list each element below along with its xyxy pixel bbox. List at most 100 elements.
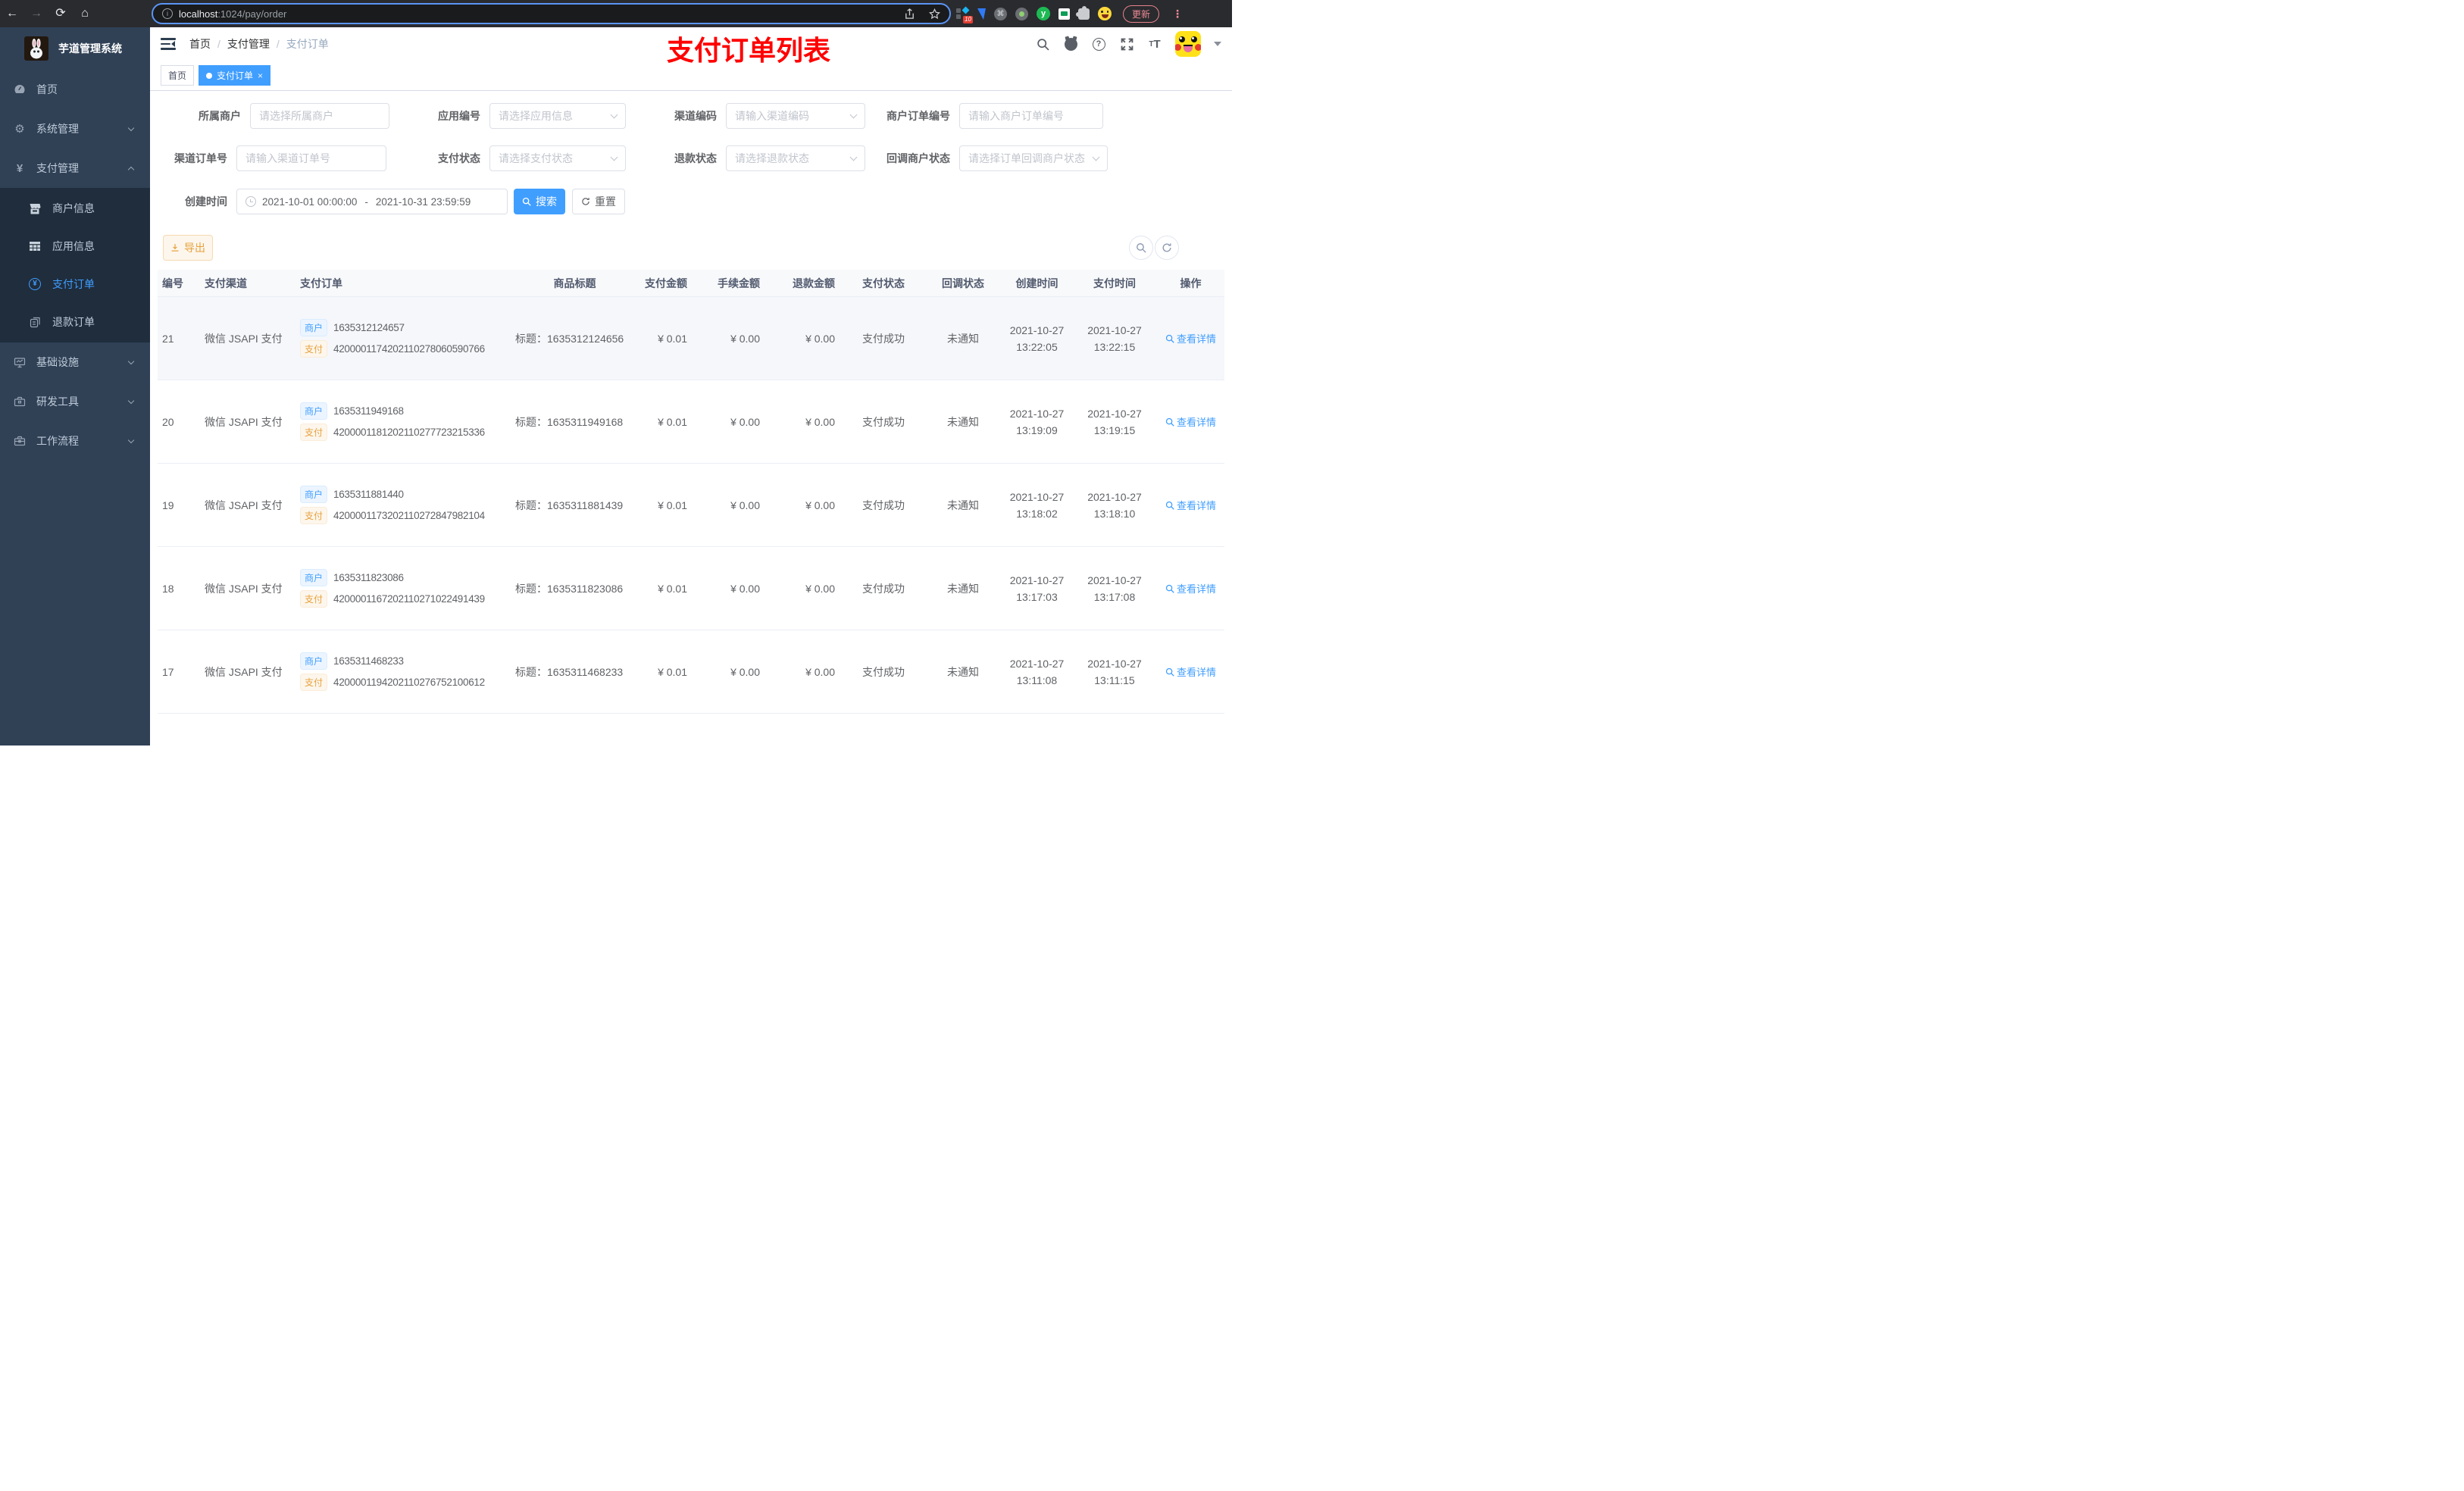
table-row: 19 微信 JSAPI 支付 商户 1635311881440 支付 4200001173… <box>158 464 1224 547</box>
cell-refund-amount: ¥ 0.00 <box>805 665 835 678</box>
dashboard-icon <box>14 83 26 95</box>
table-search-toggle-button[interactable] <box>1129 236 1153 260</box>
extension-icon[interactable]: y <box>1037 7 1050 20</box>
sidebar-item-system[interactable]: ⚙ 系统管理 <box>0 109 150 148</box>
site-info-icon[interactable]: i <box>162 8 173 19</box>
table-row: 21 微信 JSAPI 支付 商户 1635312124657 支付 4200001174… <box>158 297 1224 380</box>
view-detail-link[interactable]: 查看详情 <box>1165 498 1216 512</box>
sidebar-item-dev-tools[interactable]: 研发工具 <box>0 382 150 421</box>
close-icon[interactable]: × <box>258 71 263 80</box>
view-detail-link[interactable]: 查看详情 <box>1165 414 1216 429</box>
app-header: 首页 / 支付管理 / 支付订单 支付订单列表 ? TT <box>150 27 1232 66</box>
extensions-row: 10 ⌘ y 更新 ⋮ <box>956 0 1183 27</box>
orders-table-header: 编号 支付渠道 支付订单 商品标题 支付金额 手续金额 退款金额 支付状态 回调状态 创建时间 支付… <box>158 270 1224 297</box>
sidebar-fold-icon[interactable] <box>161 38 176 50</box>
search-icon[interactable] <box>1035 36 1050 52</box>
home-icon[interactable]: ⌂ <box>73 0 97 27</box>
cell-channel: 微信 JSAPI 支付 <box>205 415 283 428</box>
cell-channel: 微信 JSAPI 支付 <box>205 332 283 345</box>
view-detail-link[interactable]: 查看详情 <box>1165 331 1216 345</box>
view-detail-link[interactable]: 查看详情 <box>1165 664 1216 679</box>
merchant-select[interactable]: 请选择所属商户 <box>250 103 389 129</box>
profile-emoji-icon[interactable] <box>1098 7 1112 20</box>
app-select[interactable]: 请选择应用信息 <box>489 103 626 129</box>
tab-home[interactable]: 首页 <box>161 65 195 86</box>
cell-pay-status: 支付成功 <box>862 332 905 345</box>
cell-pay-time: 2021-10-27 13:18:10 <box>1087 490 1142 520</box>
sidebar-item-refund-order[interactable]: 退款订单 <box>0 303 150 341</box>
cell-order-no: 商户 1635311881440 支付 42000011732021102728479… <box>292 482 512 528</box>
export-button[interactable]: 导出 <box>163 235 213 261</box>
filter-pay-status: 支付状态 请选择支付状态 <box>400 145 626 171</box>
view-detail-link[interactable]: 查看详情 <box>1165 581 1216 595</box>
cell-create-time: 2021-10-27 13:19:09 <box>1009 407 1065 436</box>
merchant-order-no-input[interactable]: 请输入商户订单编号 <box>959 103 1103 129</box>
date-start: 2021-10-01 00:00:00 <box>262 195 358 208</box>
sidebar-item-infra[interactable]: 基础设施 <box>0 342 150 382</box>
extension-icon[interactable]: 10 <box>956 6 973 23</box>
sidebar: 芋道管理系统 首页 ⚙ 系统管理 ¥ 支付管理 商户信息 应用信息 ¥ 支付订单… <box>0 27 150 746</box>
extensions-puzzle-icon[interactable] <box>1076 5 1090 20</box>
font-size-icon[interactable]: TT <box>1147 36 1162 52</box>
filter-create-time: 创建时间 2021-10-01 00:00:00 - 2021-10-31 23… <box>147 189 508 214</box>
avatar-caret-icon[interactable] <box>1214 42 1221 46</box>
briefcase-icon <box>14 435 26 447</box>
app-logo[interactable]: 芋道管理系统 <box>0 27 150 70</box>
channel-order-no-input[interactable]: 请输入渠道订单号 <box>236 145 386 171</box>
share-icon[interactable] <box>904 8 915 20</box>
sidebar-item-payment[interactable]: ¥ 支付管理 <box>0 148 150 188</box>
cell-create-time: 2021-10-27 13:18:02 <box>1009 490 1065 520</box>
chevron-down-icon <box>127 436 135 443</box>
reload-icon[interactable]: ⟳ <box>48 0 73 27</box>
column-header: 支付订单 <box>300 277 342 289</box>
forward-icon[interactable]: → <box>24 0 48 27</box>
cell-id: 18 <box>162 582 174 595</box>
breadcrumb-payment[interactable]: 支付管理 <box>227 36 270 52</box>
date-end: 2021-10-31 23:59:59 <box>375 195 471 208</box>
github-icon[interactable] <box>1063 36 1078 52</box>
browser-menu-icon[interactable]: ⋮ <box>1172 8 1183 20</box>
date-range-picker[interactable]: 2021-10-01 00:00:00 - 2021-10-31 23:59:5… <box>236 189 508 214</box>
extension-icon[interactable] <box>1015 7 1028 20</box>
help-icon[interactable]: ? <box>1091 36 1106 52</box>
chevron-down-icon <box>127 358 135 364</box>
sidebar-item-workflow[interactable]: 工作流程 <box>0 421 150 461</box>
table-refresh-button[interactable] <box>1155 236 1179 260</box>
pay-tag: 支付 <box>300 424 328 441</box>
active-dot-icon <box>206 72 213 79</box>
cell-title: 标题：1635311468233 <box>515 665 624 678</box>
back-icon[interactable]: ← <box>0 0 24 27</box>
address-bar[interactable]: i localhost:1024/pay/order <box>152 3 951 24</box>
page-title: 支付订单列表 <box>667 35 831 66</box>
sidebar-item-label: 首页 <box>36 83 58 95</box>
pay-status-select[interactable]: 请选择支付状态 <box>489 145 626 171</box>
extension-icon[interactable] <box>1058 8 1070 20</box>
cell-channel: 微信 JSAPI 支付 <box>205 499 283 511</box>
notify-status-select[interactable]: 请选择订单回调商户状态 <box>959 145 1108 171</box>
cell-pay-amount: ¥ 0.01 <box>658 332 687 345</box>
sidebar-item-merchant-info[interactable]: 商户信息 <box>0 189 150 227</box>
extension-icon[interactable]: ⌘ <box>994 7 1007 20</box>
reset-button[interactable]: 重置 <box>572 189 625 214</box>
cell-order-no: 商户 1635311949168 支付 42000011812021102777232… <box>292 399 512 445</box>
breadcrumb-home[interactable]: 首页 <box>189 36 211 52</box>
fullscreen-icon[interactable] <box>1119 36 1134 52</box>
merchant-tag: 商户 <box>300 319 328 336</box>
cell-id: 17 <box>162 665 174 678</box>
browser-update-button[interactable]: 更新 <box>1123 5 1160 23</box>
tab-pay-order[interactable]: 支付订单 × <box>199 65 271 86</box>
avatar[interactable] <box>1175 31 1201 57</box>
sidebar-item-label: 工作流程 <box>36 435 79 447</box>
search-button[interactable]: 搜索 <box>514 189 565 214</box>
yen-circle-icon: ¥ <box>29 278 41 290</box>
bookmark-star-icon[interactable] <box>929 8 940 20</box>
cell-order-no: 商户 1635312124657 支付 42000011742021102780605… <box>292 315 512 361</box>
sidebar-item-label: 应用信息 <box>52 240 95 252</box>
merchant-tag: 商户 <box>300 402 328 420</box>
sidebar-item-home[interactable]: 首页 <box>0 70 150 109</box>
sidebar-item-app-info[interactable]: 应用信息 <box>0 227 150 265</box>
sidebar-item-pay-order[interactable]: ¥ 支付订单 <box>0 265 150 303</box>
cell-channel: 微信 JSAPI 支付 <box>205 665 283 678</box>
breadcrumb-current: 支付订单 <box>286 38 329 50</box>
extension-icon[interactable] <box>977 8 986 20</box>
